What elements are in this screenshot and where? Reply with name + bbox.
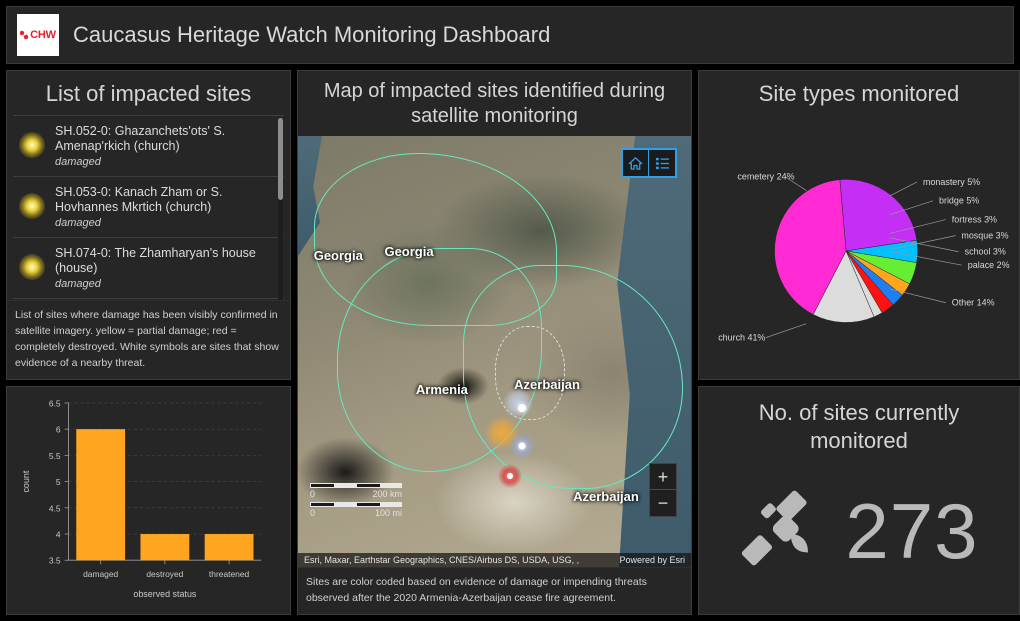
site-name: SH.074-0: The Zhamharyan's house (house): [55, 246, 274, 276]
pie-slice[interactable]: [840, 179, 917, 251]
sites-monitored-panel: No. of sites currently monitored 273: [698, 386, 1020, 615]
x-tick-label: destroyed: [146, 569, 183, 579]
map-footer: Sites are color coded based on evidence …: [298, 567, 691, 614]
impacted-sites-panel: List of impacted sites SH.052-0: Ghazanc…: [6, 70, 291, 380]
list-item[interactable]: SH.074-0: The Zhamharyan's house (house)…: [13, 238, 284, 299]
x-tick-label: damaged: [83, 569, 118, 579]
site-status: damaged: [55, 156, 274, 168]
bar-tick-labels: 3.5 4 4.5 5 5.5 6 6.5 damaged destroyed threatene…: [21, 398, 250, 599]
list-item[interactable]: SH.053-0: Kanach Zham or S. Hovhannes Mk…: [13, 177, 284, 238]
site-types-title: Site types monitored: [699, 71, 1019, 109]
list-scrollbar-thumb[interactable]: [278, 118, 283, 200]
site-types-panel: Site types monitored cemetery 24% monaste…: [698, 70, 1020, 380]
scalebar-mi-bar: [310, 502, 402, 507]
bar-svg: 3.5 4 4.5 5 5.5 6 6.5 damaged destroyed threatene…: [7, 387, 290, 614]
powered-by-esri[interactable]: Powered by Esri: [619, 555, 685, 565]
y-tick-label: 5: [56, 477, 61, 487]
map-label: Armenia: [416, 382, 468, 397]
y-tick-label: 6.5: [49, 398, 61, 408]
bar[interactable]: [205, 534, 254, 560]
sites-monitored-value: 273: [845, 492, 978, 570]
map-canvas[interactable]: GeorgiaGeorgiaArmeniaAzerbaijanAzerbaija…: [298, 136, 691, 567]
map-zoom-controls[interactable]: + −: [649, 463, 677, 517]
scalebar-km-end: 200 km: [372, 489, 402, 499]
pie-slices: [775, 179, 918, 322]
impacted-sites-title: List of impacted sites: [7, 71, 290, 115]
page-title: Caucasus Heritage Watch Monitoring Dashb…: [73, 22, 550, 48]
site-types-chart: cemetery 24% monastery 5% bridge 5% fortres…: [699, 109, 1019, 379]
scalebar-km-start: 0: [310, 489, 315, 499]
damage-marker-icon: [17, 191, 47, 221]
pie-callout-label: Other 14%: [952, 298, 995, 308]
map-site-marker[interactable]: [519, 443, 526, 450]
pie-callout-label: mosque 3%: [961, 231, 1008, 241]
home-icon[interactable]: [623, 150, 649, 176]
satellite-icon: [739, 482, 831, 579]
pie-callout-label: cemetery 24%: [737, 172, 794, 182]
y-tick-label: 5.5: [49, 451, 61, 461]
pie-leader-line: [890, 182, 917, 196]
pie-callout-label: bridge 5%: [939, 196, 979, 206]
map-label: Azerbaijan: [573, 489, 639, 504]
site-name: SH.052-0: Ghazanchets'ots' S. Amenap'rki…: [55, 124, 274, 154]
x-tick-label: threatened: [209, 569, 250, 579]
bar[interactable]: [76, 429, 125, 560]
map-title: Map of impacted sites identified during …: [298, 71, 691, 136]
x-axis-label: observed status: [133, 589, 197, 599]
site-status: damaged: [55, 278, 274, 290]
observed-status-panel: 3.5 4 4.5 5 5.5 6 6.5 damaged destroyed threatene…: [6, 386, 291, 615]
scalebar-mi-end: 100 mi: [375, 508, 402, 518]
y-tick-label: 3.5: [49, 556, 61, 566]
dashboard-root: CHW Caucasus Heritage Watch Monitoring D…: [0, 0, 1020, 621]
pie-leader-line: [766, 324, 806, 338]
damage-marker-icon: [17, 252, 47, 282]
map-site-marker[interactable]: [518, 404, 526, 412]
logo-text: CHW: [30, 29, 56, 41]
map-scalebar: 0 200 km 0 100 mi: [310, 483, 402, 521]
list-item[interactable]: SH.052-0: Ghazanchets'ots' S. Amenap'rki…: [13, 116, 284, 177]
legend-icon[interactable]: [649, 150, 675, 176]
map-panel: Map of impacted sites identified during …: [297, 70, 692, 615]
dashboard-body: List of impacted sites SH.052-0: Ghazanc…: [6, 70, 1014, 615]
pie-callout-label: palace 2%: [968, 260, 1010, 270]
y-tick-label: 4: [56, 529, 61, 539]
y-tick-label: 4.5: [49, 503, 61, 513]
pie-callout-label: monastery 5%: [923, 177, 980, 187]
chw-logo: CHW: [17, 14, 59, 56]
zoom-in-button[interactable]: +: [650, 464, 676, 490]
map-label: Georgia: [384, 244, 433, 259]
sites-monitored-row: 273: [699, 459, 1019, 614]
map-control-group[interactable]: [621, 148, 677, 178]
bar[interactable]: [140, 534, 189, 560]
scalebar-km-bar: [310, 483, 402, 488]
damage-marker-icon: [17, 130, 47, 160]
bar-bars: [76, 429, 253, 560]
sites-monitored-title: No. of sites currently monitored: [699, 387, 1019, 459]
pie-callout-label: church 41%: [718, 333, 765, 343]
logo-mark: CHW: [20, 29, 56, 41]
map-attribution: Esri, Maxar, Earthstar Geographics, CNES…: [298, 553, 691, 567]
map-site-marker[interactable]: [507, 473, 513, 479]
y-axis-label: count: [21, 470, 31, 492]
y-tick-label: 6: [56, 425, 61, 435]
map-site-marker[interactable]: [503, 388, 533, 418]
site-status: damaged: [55, 217, 274, 229]
map-label: Georgia: [314, 248, 363, 263]
observed-status-chart: 3.5 4 4.5 5 5.5 6 6.5 damaged destroyed threatene…: [7, 387, 290, 614]
pie-callout-label: school 3%: [965, 247, 1006, 257]
app-header: CHW Caucasus Heritage Watch Monitoring D…: [6, 6, 1014, 64]
attribution-sources: Esri, Maxar, Earthstar Geographics, CNES…: [304, 555, 579, 565]
pie-callout-label: fortress 3%: [952, 215, 997, 225]
logo-glyph-icon: [20, 30, 29, 40]
site-name: SH.053-0: Kanach Zham or S. Hovhannes Mk…: [55, 185, 274, 215]
pie-svg: cemetery 24% monastery 5% bridge 5% fortres…: [699, 109, 1019, 379]
scalebar-mi-start: 0: [310, 508, 315, 518]
impacted-sites-footer: List of sites where damage has been visi…: [7, 300, 290, 379]
zoom-out-button[interactable]: −: [650, 490, 676, 516]
